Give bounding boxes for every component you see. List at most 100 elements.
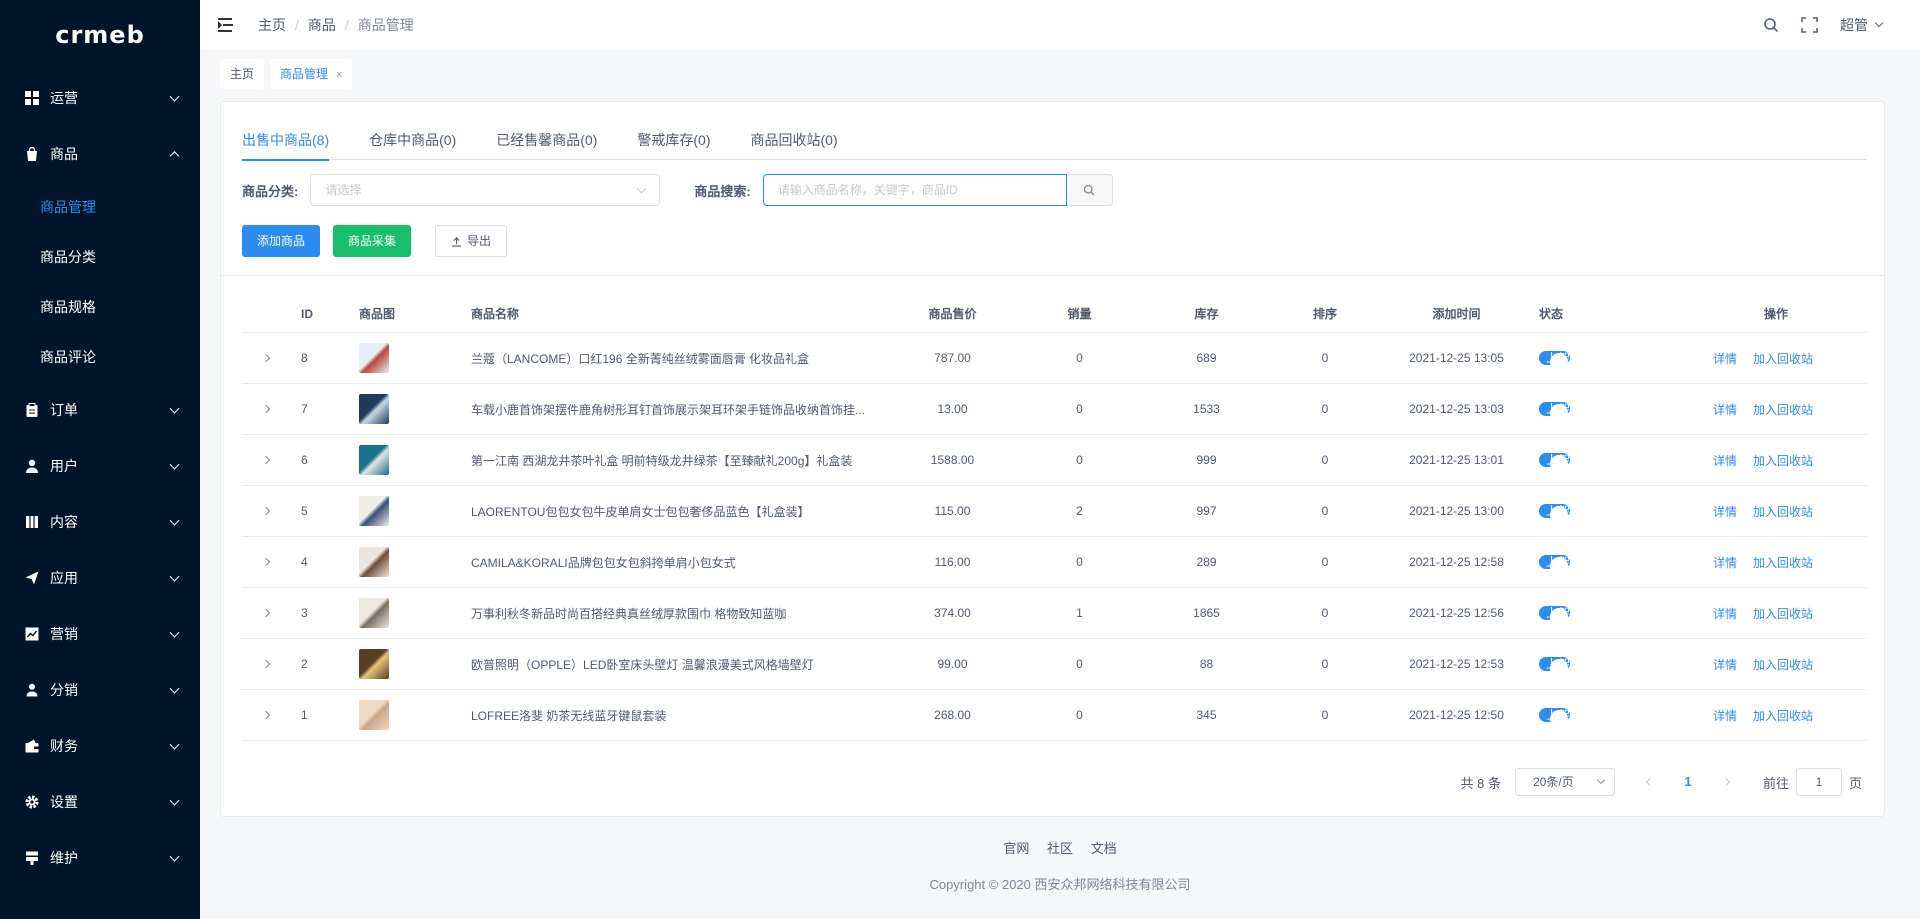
page-size-select[interactable]: 20条/页 [1514, 768, 1615, 796]
cell-sort: 0 [1321, 453, 1329, 467]
product-thumbnail[interactable] [359, 547, 389, 577]
detail-link[interactable]: 详情 [1713, 556, 1737, 570]
user-menu[interactable]: 超管 [1840, 15, 1884, 35]
header-sales: 销量 [1067, 307, 1092, 321]
chevron-right-icon[interactable] [261, 608, 270, 618]
detail-link[interactable]: 详情 [1713, 403, 1737, 417]
goto-page-input[interactable] [1795, 768, 1842, 796]
sidebar-item-8[interactable]: 财务 [0, 718, 200, 774]
sidebar-item-3[interactable]: 用户 [0, 438, 200, 494]
sidebar-item-9[interactable]: 设置 [0, 774, 200, 830]
sidebar-item-0[interactable]: 运营 [0, 70, 200, 126]
tag-product-manage[interactable]: 商品管理 × [270, 59, 353, 89]
cell-time: 2021-12-25 12:53 [1409, 657, 1504, 671]
submenu-item-1[interactable]: 商品分类 [0, 232, 200, 282]
status-toggle[interactable]: 上架 [1539, 351, 1571, 365]
search-input[interactable] [762, 174, 1067, 206]
cell-stock: 689 [1196, 351, 1217, 365]
sidebar-item-4[interactable]: 内容 [0, 494, 200, 550]
submenu-item-3[interactable]: 商品评论 [0, 332, 200, 382]
sidebar-item-2[interactable]: 订单 [0, 382, 200, 438]
tab-recycle-bin[interactable]: 商品回收站(0) [751, 122, 838, 159]
detail-link[interactable]: 详情 [1713, 352, 1737, 366]
footer-link-official[interactable]: 官网 [1003, 841, 1029, 856]
cell-time: 2021-12-25 12:50 [1409, 708, 1504, 722]
recycle-link[interactable]: 加入回收站 [1753, 403, 1813, 417]
cell-name: 兰蔻（LANCOME）口红196 全新菁纯丝绒雾面唇膏 化妆品礼盒 [471, 351, 810, 366]
chevron-down-icon [169, 515, 180, 526]
sidebar-item-6[interactable]: 营销 [0, 606, 200, 662]
sidebar: crmeb 运营 商品 商品管理 商品分类 商品规格 商品评论 订单 用户 内容 应用 营销 分销 财务… [0, 0, 200, 919]
detail-link[interactable]: 详情 [1713, 709, 1737, 723]
status-toggle[interactable]: 上架 [1539, 555, 1571, 569]
product-thumbnail[interactable] [359, 649, 389, 679]
search-button[interactable] [1066, 174, 1113, 206]
status-toggle[interactable]: 上架 [1539, 453, 1571, 467]
menu-collapse-icon[interactable] [218, 17, 236, 33]
detail-link[interactable]: 详情 [1713, 454, 1737, 468]
search-icon[interactable] [1763, 17, 1779, 33]
chevron-right-icon[interactable] [261, 353, 270, 363]
tab-low-stock[interactable]: 警戒库存(0) [637, 122, 710, 159]
cell-image [359, 649, 471, 679]
recycle-link[interactable]: 加入回收站 [1753, 505, 1813, 519]
breadcrumb-product[interactable]: 商品 [308, 15, 336, 35]
detail-link[interactable]: 详情 [1713, 658, 1737, 672]
collect-product-button[interactable]: 商品采集 [333, 225, 412, 257]
recycle-link[interactable]: 加入回收站 [1753, 556, 1813, 570]
detail-link[interactable]: 详情 [1713, 607, 1737, 621]
detail-link[interactable]: 详情 [1713, 505, 1737, 519]
close-icon[interactable]: × [336, 69, 342, 81]
status-toggle[interactable]: 上架 [1539, 402, 1571, 416]
product-thumbnail[interactable] [359, 700, 389, 730]
chevron-right-icon[interactable] [261, 710, 270, 720]
footer-link-community[interactable]: 社区 [1047, 841, 1073, 856]
submenu-item-0[interactable]: 商品管理 [0, 182, 200, 232]
cell-name: CAMILA&KORALI品牌包包女包斜挎单肩小包女式 [471, 555, 736, 570]
cell-id: 4 [301, 555, 308, 569]
status-toggle[interactable]: 上架 [1539, 657, 1571, 671]
page-number[interactable]: 1 [1673, 768, 1703, 796]
submenu-item-2[interactable]: 商品规格 [0, 282, 200, 332]
next-page-button[interactable] [1711, 768, 1741, 796]
status-toggle[interactable]: 上架 [1539, 504, 1571, 518]
sidebar-item-7[interactable]: 分销 [0, 662, 200, 718]
add-product-button[interactable]: 添加商品 [242, 225, 321, 257]
cell-operation: 详情 加入回收站 [1685, 452, 1867, 469]
chevron-right-icon[interactable] [261, 455, 270, 465]
breadcrumb-home[interactable]: 主页 [258, 15, 286, 35]
chevron-right-icon[interactable] [261, 659, 270, 669]
bag-icon [24, 146, 40, 162]
product-thumbnail[interactable] [359, 598, 389, 628]
export-button[interactable]: 导出 [435, 225, 508, 257]
recycle-link[interactable]: 加入回收站 [1753, 352, 1813, 366]
chevron-right-icon[interactable] [261, 506, 270, 516]
sidebar-item-10[interactable]: 维护 [0, 830, 200, 886]
recycle-link[interactable]: 加入回收站 [1753, 709, 1813, 723]
sidebar-item-5[interactable]: 应用 [0, 550, 200, 606]
goto-page: 前往 页 [1763, 768, 1862, 796]
prev-page-button[interactable] [1635, 768, 1665, 796]
chevron-right-icon[interactable] [261, 557, 270, 567]
category-select[interactable]: 请选择 [310, 174, 661, 206]
fullscreen-icon[interactable] [1801, 17, 1818, 33]
recycle-link[interactable]: 加入回收站 [1753, 658, 1813, 672]
chevron-right-icon[interactable] [261, 404, 270, 414]
cell-status: 上架 [1533, 398, 1685, 420]
product-thumbnail[interactable] [359, 445, 389, 475]
logo[interactable]: crmeb [0, 0, 200, 70]
tab-sold-out[interactable]: 已经售馨商品(0) [496, 122, 597, 159]
tab-warehouse[interactable]: 仓库中商品(0) [369, 122, 456, 159]
sidebar-item-1[interactable]: 商品 [0, 126, 200, 182]
recycle-link[interactable]: 加入回收站 [1753, 607, 1813, 621]
table-row: 1 LOFREE洛斐 奶茶无线蓝牙键鼠套装 268.00 0 345 0 2021-12-2… [242, 690, 1867, 741]
product-thumbnail[interactable] [359, 394, 389, 424]
status-toggle[interactable]: 上架 [1539, 708, 1571, 722]
footer-link-docs[interactable]: 文档 [1091, 841, 1117, 856]
status-toggle[interactable]: 上架 [1539, 606, 1571, 620]
tab-on-sale[interactable]: 出售中商品(8) [242, 122, 330, 161]
recycle-link[interactable]: 加入回收站 [1753, 454, 1813, 468]
tag-home[interactable]: 主页 [220, 59, 265, 89]
product-thumbnail[interactable] [359, 343, 389, 373]
product-thumbnail[interactable] [359, 496, 389, 526]
